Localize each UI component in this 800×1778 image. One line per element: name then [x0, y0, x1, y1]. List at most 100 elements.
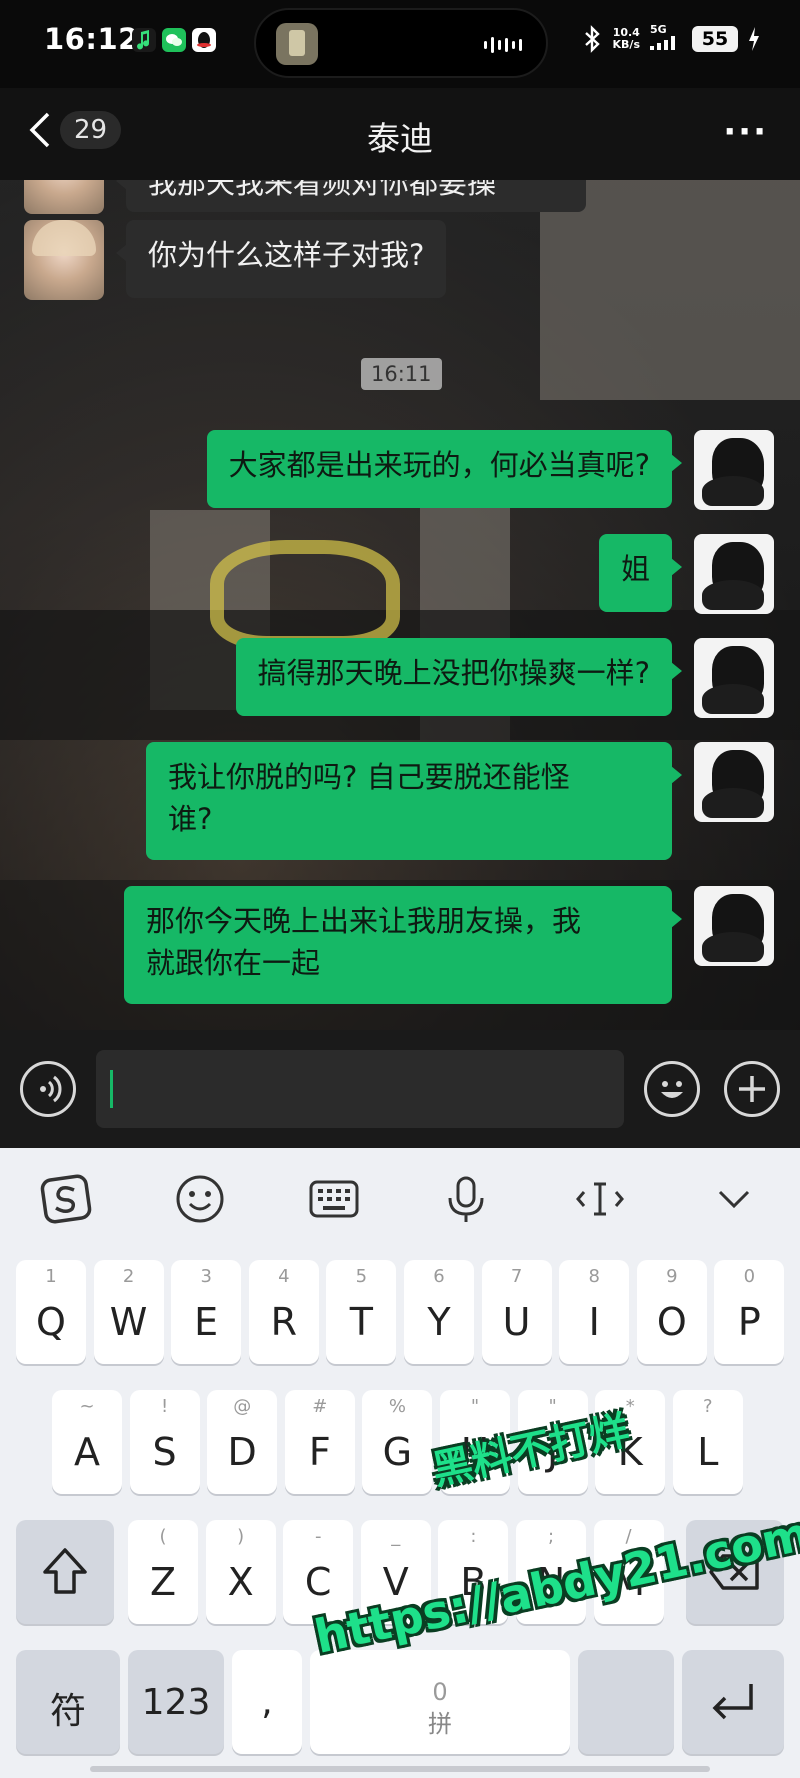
message-bubble-outgoing[interactable]: 大家都是出来玩的，何必当真呢? — [206, 430, 683, 508]
message-text-line: 就跟你在一起 — [146, 946, 321, 980]
message-bubble-outgoing[interactable]: 姐 — [598, 534, 683, 612]
key-hint: 8 — [588, 1266, 600, 1287]
enter-key[interactable] — [682, 1650, 784, 1754]
space-key[interactable]: 0 拼 — [310, 1650, 570, 1754]
key-label: I — [588, 1300, 600, 1344]
shift-key[interactable] — [16, 1520, 114, 1624]
key-p[interactable]: 0P — [714, 1260, 785, 1364]
key-label: C — [304, 1560, 332, 1604]
keyboard-switch-button[interactable] — [304, 1172, 364, 1226]
net-speed: 10.4 KB/s — [612, 25, 640, 51]
cursor-icon — [576, 1182, 624, 1216]
net-speed-value: 10.4 — [612, 25, 640, 39]
key-hint: 1 — [45, 1266, 57, 1287]
media-thumbnail — [276, 23, 318, 65]
key-hint: 0 — [432, 1678, 448, 1706]
my-avatar[interactable] — [694, 886, 774, 966]
message-bubble-incoming[interactable]: 你为什么这样子对我? — [115, 220, 447, 298]
key-hint: 3 — [200, 1266, 212, 1287]
music-app-icon — [132, 28, 156, 52]
key-label: F — [308, 1430, 331, 1474]
key-label: , — [261, 1682, 273, 1723]
voice-input-button[interactable] — [20, 1061, 76, 1117]
collapse-keyboard-button[interactable] — [704, 1172, 764, 1226]
key-hint: 0 — [743, 1266, 756, 1287]
message-input[interactable] — [96, 1050, 624, 1128]
key-s[interactable]: ! S — [129, 1390, 200, 1494]
key-y[interactable]: 6Y — [404, 1260, 474, 1364]
key-hint: _ — [391, 1526, 401, 1547]
key-hint: ? — [703, 1396, 713, 1417]
key-label: A — [74, 1430, 100, 1474]
battery-indicator: 55 — [692, 25, 738, 52]
symbol-key[interactable]: 符 — [16, 1650, 120, 1754]
contact-avatar[interactable] — [24, 220, 104, 300]
signal-indicator: 5G — [650, 24, 682, 53]
my-avatar[interactable] — [694, 430, 774, 510]
status-bar: 16:12 10.4 KB/s 5G 55 — [0, 0, 800, 88]
key-q[interactable]: 1Q — [16, 1260, 86, 1364]
key-g[interactable]: % G — [362, 1390, 433, 1494]
more-options-button[interactable]: ··· — [723, 112, 768, 152]
smiley-icon — [176, 1175, 224, 1223]
comma-key[interactable]: , — [232, 1650, 302, 1754]
chevron-down-icon — [718, 1190, 750, 1209]
message-bubble-outgoing[interactable]: 搞得那天晚上没把你操爽一样? — [235, 638, 683, 716]
sogou-logo-button[interactable] — [36, 1172, 96, 1226]
message-text: 搞得那天晚上没把你操爽一样? — [257, 656, 650, 690]
key-l[interactable]: ? L — [672, 1390, 743, 1494]
message-bubble-incoming[interactable]: 我那天我来看频对你都要操 — [116, 180, 586, 212]
keyboard-toolbar — [0, 1148, 800, 1248]
key-r[interactable]: 4R — [248, 1260, 319, 1364]
status-time: 16:12 — [44, 22, 139, 56]
key-hint: - — [314, 1526, 322, 1547]
wechat-icon — [162, 28, 186, 52]
key-hint: : — [470, 1526, 477, 1547]
key-f[interactable]: # F — [284, 1390, 355, 1494]
audio-wave-icon — [484, 36, 522, 54]
home-indicator[interactable] — [90, 1766, 710, 1772]
bluetooth-icon — [584, 24, 600, 53]
message-text-line: 我让你脱的吗? 自己要脱还能怪 — [168, 760, 570, 794]
emoji-button[interactable] — [644, 1061, 700, 1117]
key-label: R — [270, 1300, 297, 1344]
add-attachment-button[interactable] — [724, 1061, 780, 1117]
key-label: 拼 — [428, 1710, 452, 1738]
key-e[interactable]: 3E — [171, 1260, 242, 1364]
key-label: O — [656, 1300, 687, 1344]
key-z[interactable]: (Z — [128, 1520, 198, 1624]
charging-icon — [749, 26, 759, 51]
chat-area[interactable]: 我那天我来看频对你都要操 你为什么这样子对我? 16:11 大家都是出来玩的，何… — [0, 180, 800, 1030]
key-hint: ; — [547, 1526, 555, 1547]
my-avatar[interactable] — [694, 638, 774, 718]
key-o[interactable]: 9O — [636, 1260, 707, 1364]
key-x[interactable]: ) X — [205, 1520, 276, 1624]
message-bubble-outgoing[interactable]: 那你今天晚上出来让我朋友操，我 就跟你在一起 — [124, 886, 682, 1004]
key-w[interactable]: 2W — [93, 1260, 164, 1364]
message-text-line: 那你今天晚上出来让我朋友操，我 — [146, 904, 582, 938]
message-text: 你为什么这样子对我? — [148, 238, 425, 272]
my-avatar[interactable] — [694, 742, 774, 822]
background-sunglasses — [210, 540, 400, 650]
message-bubble-outgoing[interactable]: 我让你脱的吗? 自己要脱还能怪 谁? — [146, 742, 682, 860]
contact-avatar[interactable] — [24, 180, 104, 214]
voice-typing-button[interactable] — [436, 1172, 496, 1226]
key-label: S — [152, 1430, 177, 1474]
key-label: Q — [36, 1300, 66, 1344]
key-hint: " — [470, 1396, 480, 1417]
key-i[interactable]: 8I — [559, 1260, 630, 1364]
cursor-edit-button[interactable] — [570, 1172, 630, 1226]
signal-bars-icon — [650, 36, 675, 50]
key-d[interactable]: @ D — [207, 1390, 278, 1494]
status-right: 10.4 KB/s 5G 55 — [583, 24, 760, 53]
key-label: U — [502, 1300, 531, 1344]
key-a[interactable]: ~ A — [52, 1390, 122, 1494]
key-u[interactable]: 7U — [481, 1260, 552, 1364]
emoji-panel-button[interactable] — [170, 1172, 230, 1226]
key-hint: 2 — [122, 1266, 135, 1287]
key-t[interactable]: 5T — [326, 1260, 397, 1364]
dynamic-island[interactable] — [254, 8, 548, 78]
period-key[interactable] — [578, 1650, 674, 1754]
number-key[interactable]: 123 — [128, 1650, 224, 1754]
my-avatar[interactable] — [694, 534, 774, 614]
